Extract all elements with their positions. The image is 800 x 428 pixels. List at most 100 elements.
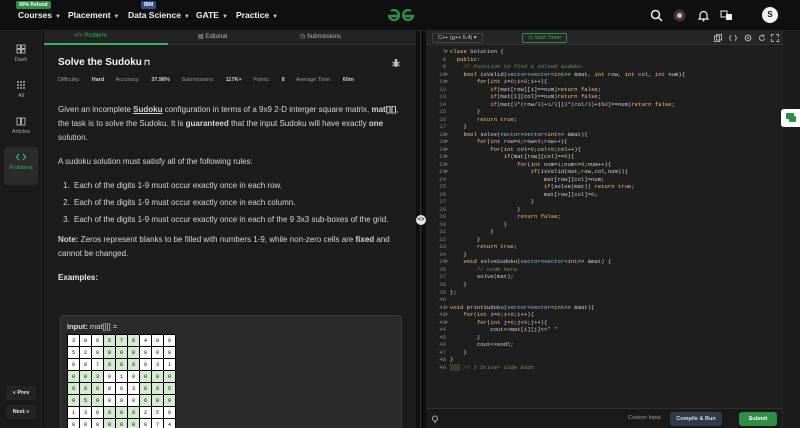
code-line[interactable]: mat[row][col]=num;: [450, 176, 780, 184]
code-line[interactable]: }: [450, 334, 780, 342]
fullscreen-icon[interactable]: [771, 34, 779, 42]
drag-handle-icon[interactable]: <>: [416, 215, 426, 225]
code-line[interactable]: bool solve(vector<vector<int>> &mat){: [450, 131, 780, 139]
code-line[interactable]: // Function to find a solved Sudoku.: [450, 63, 780, 71]
tab-editorial[interactable]: ▤ Editorial: [198, 33, 227, 40]
bell-icon[interactable]: [697, 9, 710, 22]
avatar[interactable]: S: [762, 7, 778, 23]
code-line[interactable]: void printSudoku(vector<vector<int>> &ma…: [450, 304, 780, 312]
ibm-badge: IBM: [141, 1, 157, 9]
sidebar-item-articles[interactable]: Articles: [4, 111, 38, 149]
code-line[interactable]: for(int col=0;col<9;col++){: [450, 146, 780, 154]
note-paragraph: Note: Zeros represent blanks to be fille…: [58, 235, 390, 258]
settings-icon[interactable]: [744, 34, 752, 42]
translate-icon[interactable]: [720, 9, 733, 22]
code-line[interactable]: for(int row=0;row<9;row++){: [450, 138, 780, 146]
code-line[interactable]: }: [450, 206, 780, 214]
code-line[interactable]: }: [450, 198, 780, 206]
code-line[interactable]: class Solution {: [450, 48, 780, 56]
code-line[interactable]: // } Driver Code Ends: [450, 363, 780, 372]
code-line[interactable]: for(int j=0;j<9;j++){: [450, 319, 780, 327]
code-line[interactable]: cout<<endl;: [450, 341, 780, 349]
line-number: 18: [439, 130, 446, 138]
code-line[interactable]: cout<<mat[i][j]<<" ": [450, 326, 780, 334]
tab-submissions[interactable]: ◷ Submissions: [300, 33, 341, 40]
next-button[interactable]: Next »: [6, 405, 36, 419]
code-line[interactable]: bool isValid(vector<vector<int>> &mat, i…: [450, 71, 780, 79]
grid-cell: 3: [91, 370, 104, 383]
panel-splitter[interactable]: <>: [416, 31, 426, 428]
lightbulb-icon[interactable]: [431, 415, 439, 423]
code-line[interactable]: };: [450, 289, 780, 297]
bookmark-icon[interactable]: ⊓: [144, 58, 150, 67]
nav-gate[interactable]: GATE ▼: [196, 10, 228, 20]
line-number: 45: [439, 333, 446, 341]
chevron-down-icon: ▼: [183, 14, 190, 20]
start-timer-button[interactable]: ◷ Start Timer: [522, 33, 568, 43]
compile-run-button[interactable]: Compile & Run: [670, 412, 722, 426]
code-format-icon[interactable]: [729, 34, 737, 42]
sidebar-item-problems[interactable]: Problems: [4, 147, 38, 185]
sudoku-link[interactable]: Sudoku: [133, 105, 162, 114]
code-line[interactable]: return true;: [450, 116, 780, 124]
code-line[interactable]: public:: [450, 56, 780, 64]
gfg-logo[interactable]: [385, 8, 417, 24]
tab-problem[interactable]: </> Problem: [74, 33, 107, 39]
code-line[interactable]: }: [450, 281, 780, 289]
line-number: 17: [439, 123, 446, 131]
nav-placement[interactable]: Placement ▼: [68, 10, 119, 20]
copy-icon[interactable]: [714, 34, 722, 42]
reset-icon[interactable]: [758, 34, 766, 42]
code-line[interactable]: }: [450, 228, 780, 236]
line-number: 43: [439, 318, 446, 326]
nav-data-science[interactable]: Data Science ▼: [128, 10, 190, 20]
code-line[interactable]: }: [450, 251, 780, 259]
code-line[interactable]: }: [450, 349, 780, 357]
line-number: 35: [439, 258, 446, 266]
search-icon[interactable]: [650, 9, 663, 22]
code-line[interactable]: if(mat[i][col]==num)return false;: [450, 93, 780, 101]
line-number: 41: [439, 303, 446, 311]
code-line[interactable]: if(isValid(mat,row,col,num)){: [450, 168, 780, 176]
code-line[interactable]: }: [450, 221, 780, 229]
code-line[interactable]: if(mat[row][i]==num)return false;: [450, 86, 780, 94]
line-number: 8: [442, 55, 446, 63]
grid-cell: 0: [163, 406, 176, 419]
prev-button[interactable]: « Prev: [6, 386, 36, 400]
code-line[interactable]: for(int i=0;i<9;i++){: [450, 78, 780, 86]
code-line[interactable]: // code here: [450, 266, 780, 274]
code-line[interactable]: if(mat[3*(row/3)+i/3][3*(col/3)+i%3]==nu…: [450, 101, 780, 109]
sidebar-item-all[interactable]: All: [4, 75, 38, 113]
code-line[interactable]: void solveSudoku(vector<vector<int>> &ma…: [450, 258, 780, 266]
code-line[interactable]: solve(mat);: [450, 273, 780, 281]
code-line[interactable]: mat[row][col]=0;: [450, 191, 780, 199]
nav-courses[interactable]: Courses ▼: [18, 10, 61, 20]
code-line[interactable]: }: [450, 108, 780, 116]
bug-report-icon[interactable]: [391, 58, 401, 68]
code-line[interactable]: return true;: [450, 243, 780, 251]
code-line[interactable]: }: [450, 356, 780, 364]
code-area[interactable]: class Solution { public: // Function to …: [450, 48, 780, 408]
nav-practice[interactable]: Practice ▼: [236, 10, 278, 20]
code-line[interactable]: }: [450, 236, 780, 244]
code-line[interactable]: if(mat[row][col]==0){: [450, 153, 780, 161]
grid-cell: 3: [151, 358, 164, 371]
sidebar-item-dash[interactable]: Dash: [4, 39, 38, 77]
code-line[interactable]: if(solve(mat)) return true;: [450, 183, 780, 191]
code-line[interactable]: }: [450, 123, 780, 131]
custom-input-toggle[interactable]: Custom Input: [628, 415, 661, 421]
code-icon: [16, 153, 26, 161]
left-sidebar: Dash All Articles Problems « Prev Next »: [0, 31, 42, 428]
chat-icon[interactable]: [781, 109, 800, 127]
code-line[interactable]: for(int i=0;i<9;i++){: [450, 311, 780, 319]
code-line[interactable]: for(int num=1;num<=9;num++){: [450, 161, 780, 169]
submit-button[interactable]: Submit: [739, 412, 777, 426]
line-number: 25: [439, 183, 446, 191]
code-line[interactable]: return false;: [450, 213, 780, 221]
code-line[interactable]: [450, 296, 780, 304]
grid-cell: 0: [103, 394, 116, 407]
grid-cell: 0: [91, 346, 104, 359]
theme-toggle-icon[interactable]: [673, 9, 686, 22]
grid-icon: [17, 81, 25, 89]
language-select[interactable]: C++ (g++ 5.4) ▾: [432, 33, 483, 43]
